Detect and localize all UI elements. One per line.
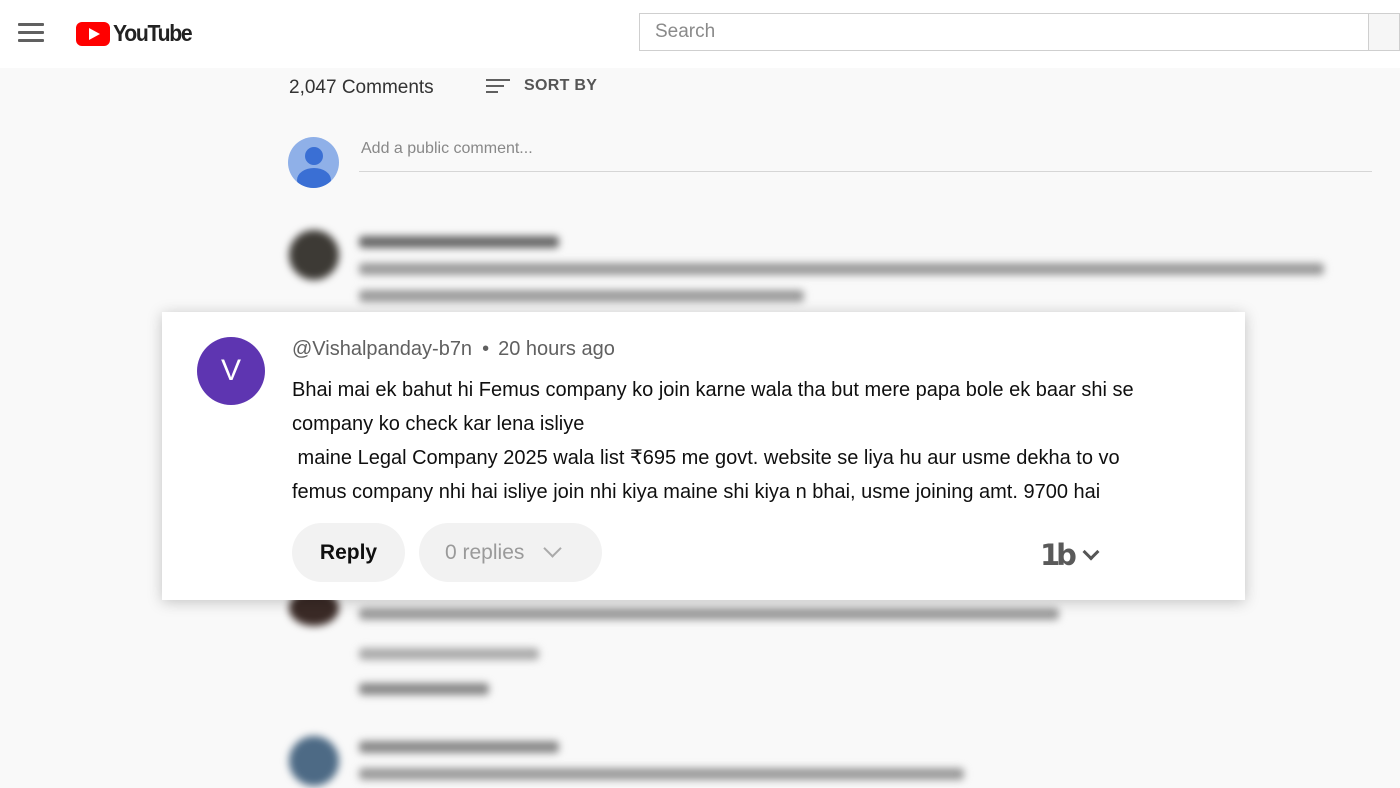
comment-line: maine Legal Company 2025 wala list ₹695 …	[292, 447, 1120, 469]
sort-icon	[486, 77, 510, 95]
reply-button[interactable]: Reply	[292, 523, 405, 582]
comment-meta: @Vishalpanday-b7n • 20 hours ago	[292, 338, 615, 361]
sort-by-button[interactable]: SORT BY	[486, 77, 597, 95]
brand-logo-icon: 1b	[1040, 538, 1077, 572]
highlighted-comment-card: V @Vishalpanday-b7n • 20 hours ago Bhai ma…	[162, 312, 1245, 600]
comments-count: 2,047 Comments	[289, 77, 434, 98]
user-avatar	[288, 137, 339, 188]
replies-label: 0 replies	[445, 540, 525, 564]
top-bar: YouTube	[0, 0, 1400, 68]
comment-line: Bhai mai ek bahut hi Femus company ko jo…	[292, 379, 1134, 401]
chevron-down-icon	[543, 539, 563, 558]
sort-by-label: SORT BY	[524, 77, 598, 94]
youtube-play-icon	[76, 21, 110, 46]
comment-time[interactable]: 20 hours ago	[498, 338, 615, 360]
search-input[interactable]	[653, 20, 1368, 44]
youtube-logo[interactable]: YouTube	[76, 20, 198, 47]
hamburger-menu-icon[interactable]	[18, 23, 44, 43]
chevron-down-icon	[1082, 543, 1100, 561]
comment-author[interactable]: @Vishalpanday-b7n	[292, 338, 472, 360]
search-button[interactable]	[1369, 13, 1400, 51]
add-comment-input[interactable]	[359, 139, 1376, 159]
comment-text: Bhai mai ek bahut hi Femus company ko jo…	[292, 373, 1232, 509]
meta-separator: •	[482, 338, 490, 360]
comment-line: femus company nhi hai isliye join nhi ki…	[292, 481, 1101, 503]
logo-text: YouTube	[113, 20, 193, 46]
add-comment-field[interactable]	[359, 139, 1376, 172]
comment-line: company ko check kar lena isliye	[292, 413, 585, 435]
search-box[interactable]	[639, 13, 1369, 51]
brand-menu-button[interactable]: 1b	[1040, 538, 1100, 572]
replies-toggle-button[interactable]: 0 replies	[419, 523, 602, 582]
commenter-avatar[interactable]: V	[197, 337, 265, 405]
